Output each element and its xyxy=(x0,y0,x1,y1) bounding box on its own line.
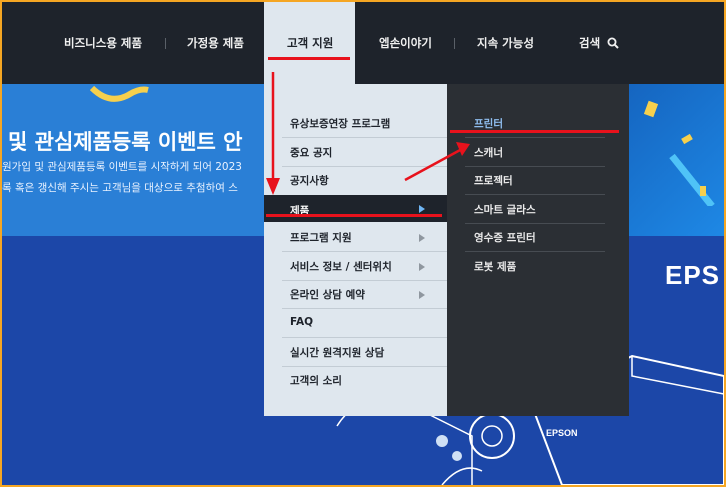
annotation-arrowhead xyxy=(266,178,280,195)
annotation-arrows xyxy=(266,72,470,195)
annotation-arrowhead xyxy=(456,142,470,156)
page-frame: 비즈니스용 제품 가정용 제품 고객 지원 엡손이야기 지속 가능성 검색 및 … xyxy=(0,0,726,487)
annotation-arrow-diagonal xyxy=(404,147,463,182)
